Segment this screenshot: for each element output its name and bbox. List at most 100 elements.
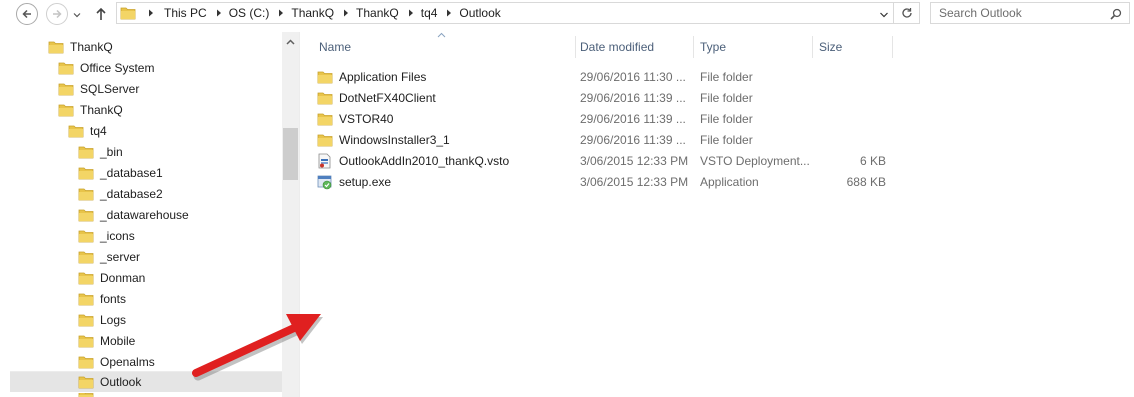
breadcrumb-outlook[interactable]: Outlook [457,6,504,20]
nav-item-label: _icons [100,228,135,243]
file-row[interactable]: VSTOR40 29/06/2016 11:39 ... File folder [317,108,1017,129]
file-row[interactable]: Application Files 29/06/2016 11:30 ... F… [317,66,1017,87]
breadcrumb-thankq[interactable]: ThankQ [289,6,338,20]
breadcrumb-separator[interactable] [273,9,289,17]
column-header-date-modified[interactable]: Date modified [580,32,692,62]
breadcrumb-os-c[interactable]: OS (C:) [227,6,274,20]
folder-icon [78,146,94,158]
nav-item-label: _database1 [100,165,163,180]
file-name: OutlookAddIn2010_thankQ.vsto [339,153,510,168]
breadcrumb-separator[interactable] [403,9,419,17]
scroll-thumb[interactable] [283,128,298,180]
nav-item-label: _database2 [100,186,163,201]
search-icon[interactable] [1110,8,1122,20]
nav-scrollbar[interactable] [282,32,299,397]
nav-item-bin[interactable]: _bin [78,141,123,162]
nav-item-fonts[interactable]: fonts [78,288,126,309]
nav-item-database2[interactable]: _database2 [78,183,163,204]
file-row[interactable]: DotNetFX40Client 29/06/2016 11:39 ... Fi… [317,87,1017,108]
folder-icon [317,113,333,125]
recent-locations-button[interactable] [72,9,82,19]
up-button[interactable] [92,5,110,23]
chevron-down-icon [73,13,81,18]
nav-item-mobile[interactable]: Mobile [78,330,135,351]
file-date-modified: 29/06/2016 11:30 ... [580,69,686,84]
column-header-label: Name [319,40,352,54]
forward-button[interactable] [46,3,68,25]
column-divider[interactable] [892,36,893,58]
file-row[interactable]: setup.exe 3/06/2015 12:33 PM Application… [317,171,1017,192]
breadcrumb-separator[interactable] [140,9,162,17]
nav-item-thankq[interactable]: ThankQ [48,36,113,57]
file-date-modified: 29/06/2016 11:39 ... [580,111,686,126]
nav-item-logs[interactable]: Logs [78,309,126,330]
nav-item-donman[interactable]: Donman [78,267,145,288]
file-date-modified: 29/06/2016 11:39 ... [580,90,686,105]
file-size [817,87,886,108]
file-size: 6 KB [859,153,886,168]
chevron-right-icon [149,9,153,17]
refresh-button[interactable] [894,2,920,24]
address-history-dropdown[interactable] [879,9,889,23]
folder-icon [78,376,94,389]
column-header-name[interactable]: Name [319,32,575,62]
nav-item-label: Logs [100,312,127,327]
chevron-right-icon [279,9,284,17]
file-type: File folder [700,90,753,105]
file-type: File folder [700,69,753,84]
breadcrumb-separator[interactable] [338,9,354,17]
folder-icon [78,251,94,263]
folder-icon [78,209,94,221]
scroll-up-button[interactable] [282,34,299,50]
nav-item-openalms[interactable]: Openalms [78,351,155,372]
chevron-right-icon [408,9,413,17]
file-row[interactable]: WindowsInstaller3_1 29/06/2016 11:39 ...… [317,129,1017,150]
nav-item-thankq-sub[interactable]: ThankQ [58,99,123,120]
folder-icon [58,83,74,95]
nav-item-label: ThankQ [80,102,123,117]
chevron-right-icon [216,9,221,17]
column-header-type[interactable]: Type [700,32,810,62]
search-box[interactable] [930,2,1130,24]
file-row[interactable]: OutlookAddIn2010_thankQ.vsto 3/06/2015 1… [317,150,1017,171]
nav-item-sqlserver[interactable]: SQLServer [58,78,139,99]
folder-icon [78,230,94,242]
breadcrumb-thankq-sub[interactable]: ThankQ [354,6,403,20]
breadcrumb-tq4[interactable]: tq4 [419,6,442,20]
column-divider[interactable] [693,36,694,58]
breadcrumb-this-pc[interactable]: This PC [162,6,211,20]
breadcrumb-separator[interactable] [211,9,227,17]
nav-item-label: _datawarehouse [100,207,189,222]
address-bar: This PC OS (C:) ThankQ ThankQ tq4 Outloo… [0,0,1134,28]
folder-icon [78,272,94,284]
nav-item-label: _bin [100,144,123,159]
nav-item-label: Mobile [100,333,136,348]
nav-item-tq4[interactable]: tq4 [68,120,107,141]
address-path[interactable]: This PC OS (C:) ThankQ ThankQ tq4 Outloo… [116,2,894,24]
nav-item-label: _server [100,249,141,264]
folder-icon [58,62,74,74]
arrow-right-icon [53,9,62,19]
back-button[interactable] [16,3,38,25]
nav-item-server[interactable]: _server [78,246,140,267]
column-header-size[interactable]: Size [819,32,891,62]
search-input[interactable] [931,6,1101,20]
nav-item-datawarehouse[interactable]: _datawarehouse [78,204,189,225]
column-divider[interactable] [812,36,813,58]
nav-item-partial[interactable] [78,393,100,397]
folder-icon [317,92,333,104]
nav-item-database1[interactable]: _database1 [78,162,163,183]
nav-item-outlook[interactable]: Outlook [10,371,282,392]
nav-item-office-system[interactable]: Office System [58,57,154,78]
nav-item-icons[interactable]: _icons [78,225,135,246]
breadcrumb-separator[interactable] [441,9,457,17]
setup-exe-icon [317,175,332,189]
folder-icon [78,356,94,368]
column-divider[interactable] [575,36,576,58]
chevron-down-icon [880,12,888,18]
file-date-modified: 3/06/2015 12:33 PM [580,174,689,189]
file-list-pane: Name Date modified Type Size Application… [301,32,1134,397]
folder-icon [120,7,136,20]
file-type: Application [700,174,759,189]
file-name: DotNetFX40Client [339,90,436,105]
